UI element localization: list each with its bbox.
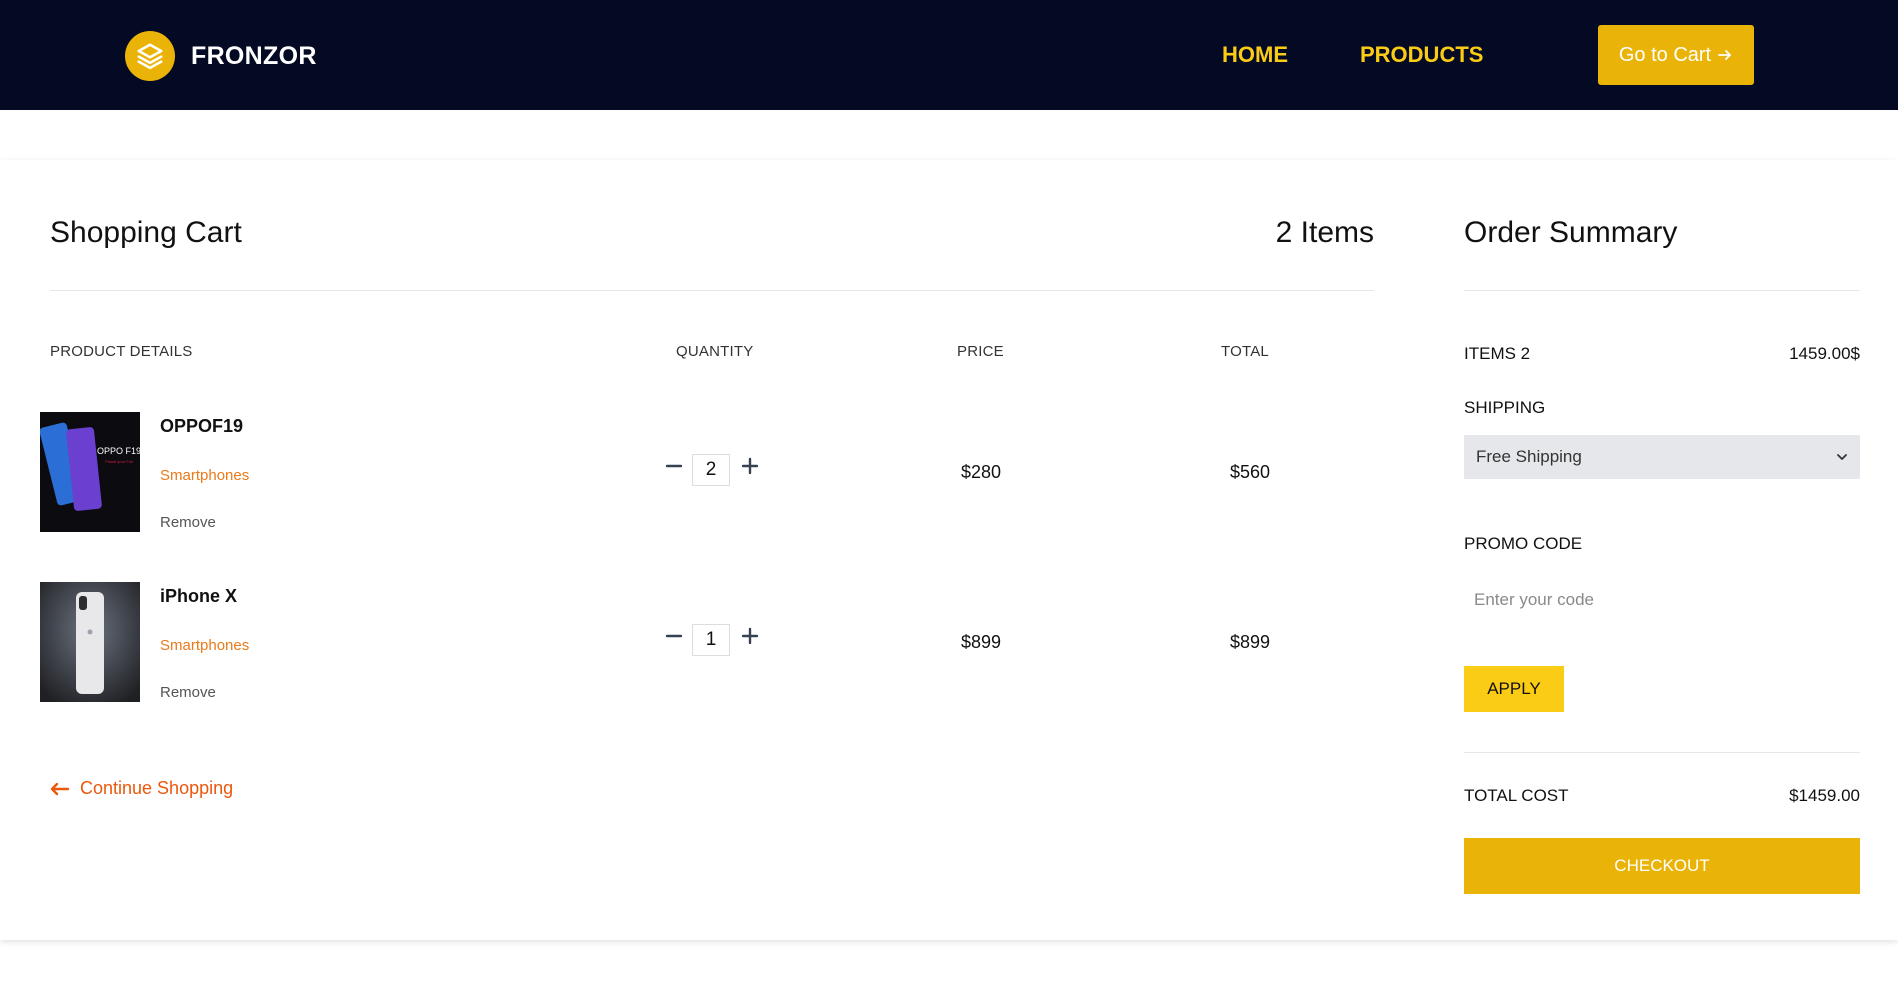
summary-divider (1464, 290, 1860, 291)
navbar: FRONZOR HOME PRODUCTS Go to Cart (0, 0, 1898, 110)
cart-items-count: 2 Items (1275, 216, 1374, 249)
continue-shopping-link[interactable]: Continue Shopping (50, 778, 233, 799)
cart-item-row: iPhone X Smartphones Remove 1 $899 $899 (0, 582, 1400, 702)
item-price: $280 (961, 462, 1002, 482)
summary-items-value: 1459.00$ (1789, 344, 1860, 363)
total-cost-label: TOTAL COST (1464, 786, 1569, 805)
total-cost-value: $1459.00 (1789, 786, 1860, 805)
column-header-quantity: QUANTITY (676, 343, 754, 360)
product-category: Smartphones (160, 467, 250, 484)
product-name: OPPOF19 (160, 416, 244, 436)
checkout-button[interactable]: CHECKOUT (1464, 838, 1860, 894)
product-image: OPPO F19 Flaunt your Full (40, 412, 140, 532)
item-total: $560 (1230, 462, 1271, 482)
cart-divider (50, 290, 1374, 291)
cart-title: Shopping Cart (50, 216, 242, 249)
shipping-label: SHIPPING (1464, 398, 1546, 417)
product-name: iPhone X (160, 586, 238, 606)
shipping-select-value: Free Shipping (1476, 447, 1582, 466)
minus-icon[interactable] (664, 626, 684, 646)
order-summary-title: Order Summary (1464, 216, 1678, 249)
brand-name: FRONZOR (191, 41, 317, 70)
remove-link[interactable]: Remove (160, 514, 216, 531)
nav-products-link[interactable]: PRODUCTS (1360, 42, 1483, 68)
arrow-left-icon (50, 782, 70, 795)
summary-total-divider (1464, 752, 1860, 753)
plus-icon[interactable] (740, 456, 760, 476)
minus-icon[interactable] (664, 456, 684, 476)
chevron-down-icon (1837, 454, 1847, 460)
product-image (40, 582, 140, 702)
plus-icon[interactable] (740, 626, 760, 646)
cart-item-row: OPPO F19 Flaunt your Full OPPOF19 Smartp… (0, 412, 1400, 532)
brand-logo[interactable]: FRONZOR (125, 30, 317, 82)
continue-shopping-label: Continue Shopping (80, 778, 234, 798)
svg-text:OPPO F19: OPPO F19 (97, 446, 140, 456)
layers-icon (125, 31, 175, 81)
cart-panel: Shopping Cart 2 Items PRODUCT DETAILS QU… (0, 160, 1898, 940)
summary-items-label: ITEMS 2 (1464, 344, 1531, 363)
promo-code-label: PROMO CODE (1464, 534, 1583, 553)
shipping-select[interactable]: Free Shipping (1464, 435, 1860, 479)
go-to-cart-button[interactable]: Go to Cart (1598, 25, 1754, 85)
item-total: $899 (1230, 632, 1271, 652)
apply-button[interactable]: APPLY (1464, 666, 1564, 712)
column-header-total: TOTAL (1221, 343, 1269, 360)
column-header-details: PRODUCT DETAILS (50, 343, 193, 360)
product-category: Smartphones (160, 637, 250, 654)
nav-home-link[interactable]: HOME (1222, 42, 1288, 68)
remove-link[interactable]: Remove (160, 684, 216, 701)
quantity-input[interactable]: 2 (692, 454, 730, 486)
go-to-cart-label: Go to Cart (1618, 43, 1712, 66)
promo-code-input[interactable] (1464, 578, 1860, 622)
arrow-right-icon (1718, 50, 1732, 60)
quantity-input[interactable]: 1 (692, 624, 730, 656)
svg-text:Flaunt your Full: Flaunt your Full (105, 459, 133, 464)
column-header-price: PRICE (957, 343, 1004, 360)
item-price: $899 (961, 632, 1002, 652)
